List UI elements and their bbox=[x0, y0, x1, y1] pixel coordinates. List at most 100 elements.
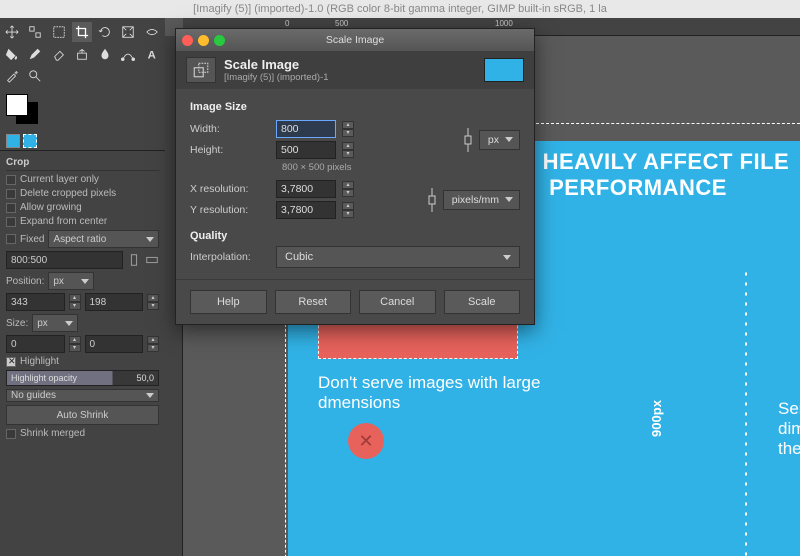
height-input[interactable] bbox=[276, 141, 336, 159]
crop-tool-icon[interactable] bbox=[72, 22, 92, 42]
fixed-checkbox[interactable] bbox=[6, 234, 16, 244]
chevron-down-icon bbox=[146, 237, 154, 242]
checkbox[interactable] bbox=[6, 217, 16, 227]
chevron-down-icon bbox=[81, 279, 89, 284]
width-label: Width: bbox=[190, 123, 270, 135]
align-tool-icon[interactable] bbox=[25, 22, 45, 42]
yres-label: Y resolution: bbox=[190, 204, 270, 216]
section-quality: Quality bbox=[190, 230, 520, 242]
zoom-tool-icon[interactable] bbox=[25, 66, 45, 86]
dialog-button-row: Help Reset Cancel Scale bbox=[176, 279, 534, 324]
scale-header-icon bbox=[186, 57, 216, 83]
dialog-header-sub: [Imagify (5)] (imported)-1 bbox=[224, 72, 329, 83]
chevron-down-icon bbox=[503, 255, 511, 260]
image-thumb[interactable] bbox=[6, 134, 20, 148]
scale-button[interactable]: Scale bbox=[444, 290, 521, 314]
color-swatches bbox=[0, 90, 165, 128]
highlight-opacity-slider[interactable]: Highlight opacity50,0 bbox=[6, 370, 159, 386]
clone-tool-icon[interactable] bbox=[72, 44, 92, 64]
portrait-icon[interactable] bbox=[127, 253, 141, 267]
caption-left: Don't serve images with large dmensions bbox=[318, 373, 598, 413]
rect-select-icon[interactable] bbox=[49, 22, 69, 42]
aspect-dropdown[interactable]: Aspect ratio bbox=[48, 230, 159, 248]
path-tool-icon[interactable] bbox=[118, 44, 138, 64]
xres-label: X resolution: bbox=[190, 183, 270, 195]
checkbox[interactable] bbox=[6, 189, 16, 199]
size-y-input[interactable]: 0 bbox=[85, 335, 144, 353]
shrink-merged-label: Shrink merged bbox=[20, 428, 85, 439]
landscape-icon[interactable] bbox=[145, 253, 159, 267]
pencil-tool-icon[interactable] bbox=[25, 44, 45, 64]
scale-image-dialog: Scale Image Scale Image [Imagify (5)] (i… bbox=[175, 28, 535, 325]
bucket-tool-icon[interactable] bbox=[2, 44, 22, 64]
reset-button[interactable]: Reset bbox=[275, 290, 352, 314]
position-label: Position: bbox=[6, 276, 44, 287]
chevron-down-icon bbox=[146, 393, 154, 398]
pos-y-input[interactable]: 198 bbox=[85, 293, 144, 311]
dialog-header-title: Scale Image bbox=[224, 57, 329, 72]
smudge-tool-icon[interactable] bbox=[95, 44, 115, 64]
image-thumb-2[interactable] bbox=[23, 134, 37, 148]
select-tool-icon[interactable] bbox=[142, 22, 162, 42]
yres-input[interactable] bbox=[276, 201, 336, 219]
highlight-checkbox[interactable]: ✕ bbox=[6, 357, 16, 367]
interpolation-dropdown[interactable]: Cubic bbox=[276, 246, 520, 268]
opt-layer-only: Current layer only bbox=[20, 174, 99, 185]
tool-grid: A bbox=[0, 18, 165, 90]
auto-shrink-button[interactable]: Auto Shrink bbox=[6, 405, 159, 425]
aspect-value-input[interactable]: 800:500 bbox=[6, 251, 123, 269]
width-input[interactable] bbox=[276, 120, 336, 138]
dotted-divider bbox=[744, 269, 748, 556]
fg-bg-swatch[interactable] bbox=[6, 94, 42, 124]
height-label: Height: bbox=[190, 144, 270, 156]
spinner[interactable]: ▴▾ bbox=[69, 336, 81, 352]
spinner[interactable]: ▴▾ bbox=[342, 121, 354, 137]
text-tool-icon[interactable]: A bbox=[142, 44, 162, 64]
opt-delete-cropped: Delete cropped pixels bbox=[20, 188, 116, 199]
opt-expand-center: Expand from center bbox=[20, 216, 107, 227]
xres-input[interactable] bbox=[276, 180, 336, 198]
pos-x-input[interactable]: 343 bbox=[6, 293, 65, 311]
eraser-tool-icon[interactable] bbox=[49, 44, 69, 64]
maximize-icon[interactable] bbox=[214, 35, 225, 46]
checkbox[interactable] bbox=[6, 429, 16, 439]
rotate-tool-icon[interactable] bbox=[95, 22, 115, 42]
spinner[interactable]: ▴▾ bbox=[342, 181, 354, 197]
picker-tool-icon[interactable] bbox=[2, 66, 22, 86]
spinner[interactable]: ▴▾ bbox=[147, 294, 159, 310]
highlight-label: Highlight bbox=[20, 356, 59, 367]
link-chain-icon[interactable] bbox=[461, 124, 475, 156]
res-unit-dropdown[interactable]: pixels/mm bbox=[443, 190, 520, 210]
active-image-row bbox=[0, 132, 165, 150]
size-unit-dropdown[interactable]: px bbox=[32, 314, 78, 332]
spinner[interactable]: ▴▾ bbox=[342, 202, 354, 218]
tool-options: Crop Current layer only Delete cropped p… bbox=[0, 150, 165, 443]
tool-options-header: Crop bbox=[6, 155, 159, 171]
checkbox[interactable] bbox=[6, 175, 16, 185]
cancel-button[interactable]: Cancel bbox=[359, 290, 436, 314]
help-button[interactable]: Help bbox=[190, 290, 267, 314]
dialog-titlebar[interactable]: Scale Image bbox=[176, 29, 534, 51]
dialog-body: Image Size Width: ▴▾ Height: ▴▾ px 800 ×… bbox=[176, 89, 534, 279]
toolbox: A Crop Current layer only Delete cropped… bbox=[0, 18, 165, 556]
spinner[interactable]: ▴▾ bbox=[342, 142, 354, 158]
size-hint: 800 × 500 pixels bbox=[282, 162, 520, 173]
pos-unit-dropdown[interactable]: px bbox=[48, 272, 94, 290]
dialog-title: Scale Image bbox=[326, 34, 384, 46]
dimension-label: 900px bbox=[649, 400, 664, 437]
os-title: [Imagify (5)] (imported)-1.0 (RGB color … bbox=[193, 3, 607, 15]
link-chain-icon[interactable] bbox=[425, 184, 439, 216]
size-unit-dropdown[interactable]: px bbox=[479, 130, 520, 150]
warp-tool-icon[interactable] bbox=[118, 22, 138, 42]
spinner[interactable]: ▴▾ bbox=[147, 336, 159, 352]
close-icon[interactable] bbox=[182, 35, 193, 46]
size-x-input[interactable]: 0 bbox=[6, 335, 65, 353]
move-tool-icon[interactable] bbox=[2, 22, 22, 42]
spinner[interactable]: ▴▾ bbox=[69, 294, 81, 310]
guides-dropdown[interactable]: No guides bbox=[6, 389, 159, 402]
os-titlebar: [Imagify (5)] (imported)-1.0 (RGB color … bbox=[0, 0, 800, 18]
opt-allow-growing: Allow growing bbox=[20, 202, 82, 213]
checkbox[interactable] bbox=[6, 203, 16, 213]
minimize-icon[interactable] bbox=[198, 35, 209, 46]
chevron-down-icon bbox=[65, 321, 73, 326]
